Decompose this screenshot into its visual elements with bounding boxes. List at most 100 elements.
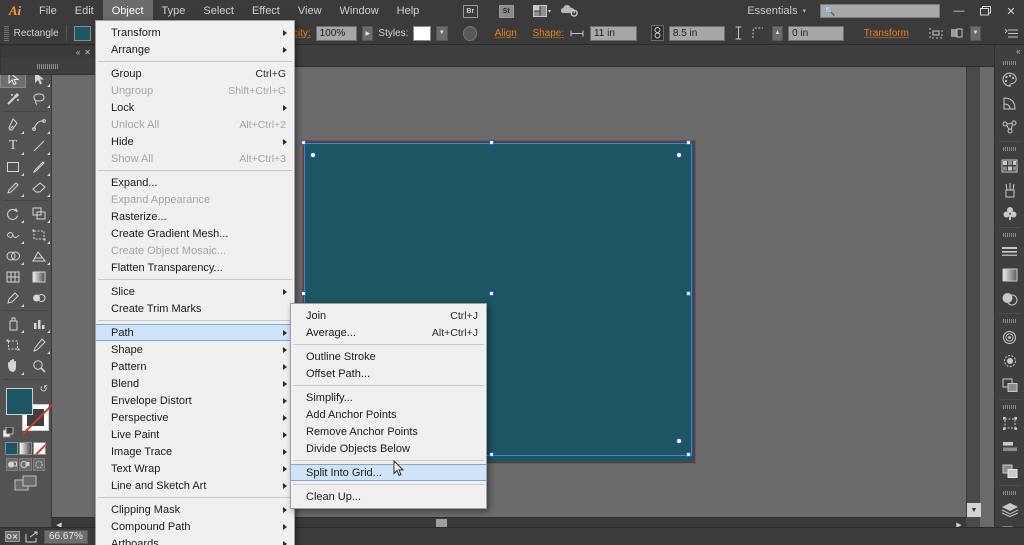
dock-collapse-icon[interactable]: « xyxy=(995,45,1024,58)
dock-group-grip-5[interactable] xyxy=(995,402,1024,412)
perspective-grid-tool[interactable] xyxy=(26,245,52,266)
path-menu-item-remove-anchor-points[interactable]: Remove Anchor Points xyxy=(291,423,486,440)
bbox-handle-tr[interactable] xyxy=(686,140,691,145)
none-mode-button[interactable] xyxy=(33,442,46,455)
corner-widget-tr[interactable] xyxy=(676,152,682,158)
artboard-tool[interactable] xyxy=(0,334,26,355)
recolor-artwork-icon[interactable] xyxy=(463,25,478,41)
menu-view[interactable]: View xyxy=(289,0,331,22)
opacity-dropdown-icon[interactable]: ▶ xyxy=(362,25,374,41)
object-menu-item-artboards[interactable]: Artboards xyxy=(96,535,294,545)
eyedropper-tool[interactable] xyxy=(0,287,26,308)
selection-indicator-icon[interactable] xyxy=(4,530,20,544)
dock-group-grip-3[interactable] xyxy=(995,230,1024,240)
object-menu-item-shape[interactable]: Shape xyxy=(96,341,294,358)
edit-artboards-icon[interactable] xyxy=(949,25,965,41)
symbols-panel-icon[interactable] xyxy=(997,201,1023,225)
rotate-tool[interactable] xyxy=(0,203,26,224)
path-menu-item-simplify[interactable]: Simplify... xyxy=(291,389,486,406)
path-menu-item-offset-path[interactable]: Offset Path... xyxy=(291,365,486,382)
symbol-sprayer-tool[interactable] xyxy=(0,313,26,334)
shape-label[interactable]: Shape: xyxy=(532,28,564,39)
align-button[interactable]: Align xyxy=(495,28,517,39)
object-menu[interactable]: Transform Arrange Group Ctrl+G Ungroup Shift+… xyxy=(95,20,295,545)
height-field[interactable]: 8.5 in xyxy=(668,25,726,41)
zoom-tool[interactable] xyxy=(26,355,52,376)
free-transform-tool[interactable] xyxy=(26,224,52,245)
menu-effect[interactable]: Effect xyxy=(243,0,289,22)
line-segment-tool[interactable] xyxy=(26,135,52,156)
eraser-tool[interactable] xyxy=(26,177,52,198)
width-tool[interactable] xyxy=(0,224,26,245)
bbox-handle-mr[interactable] xyxy=(686,291,691,296)
search-input[interactable]: 🔍 xyxy=(820,4,940,18)
color-guide-panel-icon[interactable] xyxy=(997,92,1023,116)
corner-widget-br[interactable] xyxy=(676,438,682,444)
rectangle-tool[interactable] xyxy=(0,156,26,177)
bridge-icon[interactable]: Br xyxy=(459,3,481,19)
collapsed-panel-grip[interactable] xyxy=(1,58,95,74)
object-menu-item-hide[interactable]: Hide xyxy=(96,133,294,150)
object-menu-item-perspective[interactable]: Perspective xyxy=(96,409,294,426)
transform-button[interactable]: Transform xyxy=(864,28,909,39)
stroke-panel-icon[interactable] xyxy=(997,240,1023,264)
graphic-style-swatch[interactable] xyxy=(413,25,432,41)
edit-colors-panel-icon[interactable] xyxy=(997,115,1023,139)
menu-window[interactable]: Window xyxy=(331,0,388,22)
transparency-panel-icon[interactable] xyxy=(997,287,1023,311)
fill-color-swatch[interactable] xyxy=(6,388,33,415)
pencil-tool[interactable] xyxy=(0,177,26,198)
shape-builder-tool[interactable] xyxy=(0,245,26,266)
corner-stepper-icon[interactable]: ▲ xyxy=(771,25,784,41)
type-tool[interactable]: T xyxy=(0,135,26,156)
restore-button[interactable] xyxy=(972,1,998,21)
minimize-button[interactable]: — xyxy=(946,1,972,21)
object-menu-item-clipping-mask[interactable]: Clipping Mask xyxy=(96,501,294,518)
object-menu-item-blend[interactable]: Blend xyxy=(96,375,294,392)
object-menu-item-expand[interactable]: Expand... xyxy=(96,174,294,191)
gradient-mode-button[interactable] xyxy=(19,442,32,455)
mesh-tool[interactable] xyxy=(0,266,26,287)
object-menu-item-transform[interactable]: Transform xyxy=(96,24,294,41)
path-menu-item-add-anchor-points[interactable]: Add Anchor Points xyxy=(291,406,486,423)
brushes-panel-icon[interactable] xyxy=(997,178,1023,202)
object-menu-item-group[interactable]: Group Ctrl+G xyxy=(96,65,294,82)
blend-tool[interactable] xyxy=(26,287,52,308)
vertical-scrollbar[interactable]: ▼ xyxy=(966,67,981,517)
object-menu-item-arrange[interactable]: Arrange xyxy=(96,41,294,58)
menu-help[interactable]: Help xyxy=(388,0,429,22)
column-graph-tool[interactable] xyxy=(26,313,52,334)
object-menu-item-create-gradient-mesh[interactable]: Create Gradient Mesh... xyxy=(96,225,294,242)
object-menu-item-live-paint[interactable]: Live Paint xyxy=(96,426,294,443)
pathfinder2-panel-icon[interactable] xyxy=(997,459,1023,483)
bbox-handle-tc[interactable] xyxy=(489,140,494,145)
object-menu-item-rasterize[interactable]: Rasterize... xyxy=(96,208,294,225)
bbox-handle-br[interactable] xyxy=(686,452,691,457)
path-submenu[interactable]: Join Ctrl+J Average... Alt+Ctrl+J Outline St… xyxy=(290,303,487,509)
menu-type[interactable]: Type xyxy=(153,0,195,22)
creative-cloud-icon[interactable] xyxy=(559,3,581,19)
object-menu-item-lock[interactable]: Lock xyxy=(96,99,294,116)
pen-tool[interactable] xyxy=(0,114,26,135)
object-menu-item-text-wrap[interactable]: Text Wrap xyxy=(96,460,294,477)
gradient-panel-icon[interactable] xyxy=(997,264,1023,288)
appearance-panel-icon[interactable] xyxy=(997,349,1023,373)
dock-group-grip[interactable] xyxy=(995,58,1024,68)
panel-options-icon[interactable] xyxy=(1004,25,1020,41)
arrange-documents-icon[interactable] xyxy=(531,3,553,19)
width-field[interactable]: 11 in xyxy=(589,25,637,41)
opacity-field[interactable]: 100% xyxy=(315,25,358,41)
object-menu-item-flatten-transparency[interactable]: Flatten Transparency... xyxy=(96,259,294,276)
scroll-down-arrow-icon[interactable]: ▼ xyxy=(967,503,981,517)
lasso-tool[interactable] xyxy=(26,88,52,109)
slice-tool[interactable] xyxy=(26,334,52,355)
bbox-handle-mc[interactable] xyxy=(489,291,494,296)
path-menu-item-clean-up[interactable]: Clean Up... xyxy=(291,488,486,505)
bbox-handle-bc[interactable] xyxy=(489,452,494,457)
workspace-switcher[interactable]: Essentials ▾ xyxy=(739,5,814,17)
close-button[interactable]: ✕ xyxy=(998,1,1024,21)
stock-icon[interactable]: St xyxy=(495,3,517,19)
share-icon[interactable] xyxy=(24,530,40,544)
align-panel-icon[interactable] xyxy=(997,435,1023,459)
corner-radius-icon[interactable] xyxy=(751,25,767,41)
